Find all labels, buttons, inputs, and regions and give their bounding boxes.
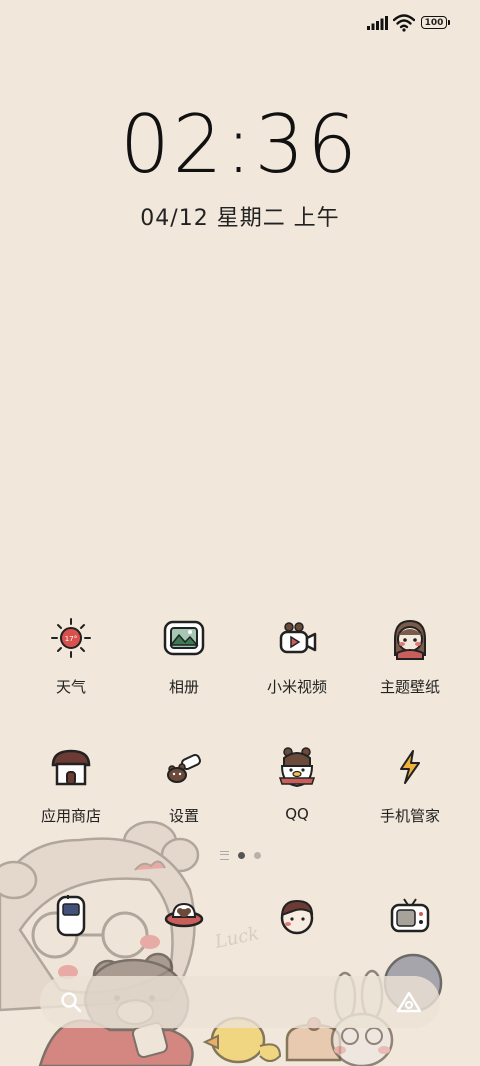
security-lightning-icon bbox=[380, 737, 440, 797]
app-label: 设置 bbox=[168, 807, 199, 825]
page-dot-1[interactable] bbox=[237, 851, 245, 859]
app-label: 手机管家 bbox=[379, 807, 440, 825]
dock-phone[interactable] bbox=[41, 887, 101, 951]
svg-text:17°: 17° bbox=[65, 635, 77, 643]
page-indicator[interactable] bbox=[0, 848, 480, 862]
app-label: 主题壁纸 bbox=[379, 678, 440, 696]
app-label: 天气 bbox=[55, 678, 86, 696]
dock-contacts[interactable] bbox=[267, 887, 327, 951]
app-weather[interactable]: 17° 天气 bbox=[16, 608, 126, 697]
clock-date[interactable]: 04/12 星期二 上午 bbox=[0, 200, 480, 232]
battery-indicator: 100 bbox=[421, 16, 450, 29]
search-icon bbox=[61, 992, 82, 1013]
status-bar: 100 bbox=[0, 0, 480, 44]
app-gallery[interactable]: 相册 bbox=[129, 608, 239, 697]
app-security[interactable]: 手机管家 bbox=[355, 737, 465, 826]
video-camera-icon bbox=[267, 608, 327, 668]
messages-ufo-icon bbox=[164, 902, 204, 928]
app-store[interactable]: 应用商店 bbox=[16, 737, 126, 826]
contacts-face-icon bbox=[280, 899, 314, 935]
camera-tv-icon bbox=[390, 898, 430, 933]
signal-bars-icon bbox=[367, 16, 388, 30]
app-label: 小米视频 bbox=[266, 678, 327, 696]
qq-penguin-icon bbox=[267, 737, 327, 797]
app-label: 相册 bbox=[168, 678, 199, 696]
app-mi-video[interactable]: 小米视频 bbox=[242, 608, 352, 697]
settings-bear-icon bbox=[154, 737, 214, 797]
wifi-icon bbox=[393, 14, 415, 32]
gallery-icon bbox=[154, 608, 214, 668]
dock-messages[interactable] bbox=[154, 887, 214, 951]
app-store-house-icon bbox=[41, 737, 101, 797]
app-qq[interactable]: QQ bbox=[242, 737, 352, 823]
theme-girl-icon bbox=[380, 608, 440, 668]
app-label: QQ bbox=[285, 805, 309, 823]
page-dot-2[interactable] bbox=[253, 851, 261, 859]
clock-time[interactable]: 02:36 bbox=[0, 99, 480, 192]
search-bar[interactable] bbox=[40, 976, 440, 1028]
wallpaper-luck-text: Luck bbox=[212, 923, 261, 953]
app-drawer-icon[interactable] bbox=[219, 850, 229, 860]
app-label: 应用商店 bbox=[40, 807, 101, 825]
app-themes[interactable]: 主题壁纸 bbox=[355, 608, 465, 697]
assistant-triangle-icon[interactable] bbox=[396, 990, 422, 1014]
phone-icon bbox=[56, 895, 86, 937]
weather-sun-icon: 17° bbox=[41, 608, 101, 668]
app-settings[interactable]: 设置 bbox=[129, 737, 239, 826]
dock-camera[interactable] bbox=[380, 887, 440, 951]
